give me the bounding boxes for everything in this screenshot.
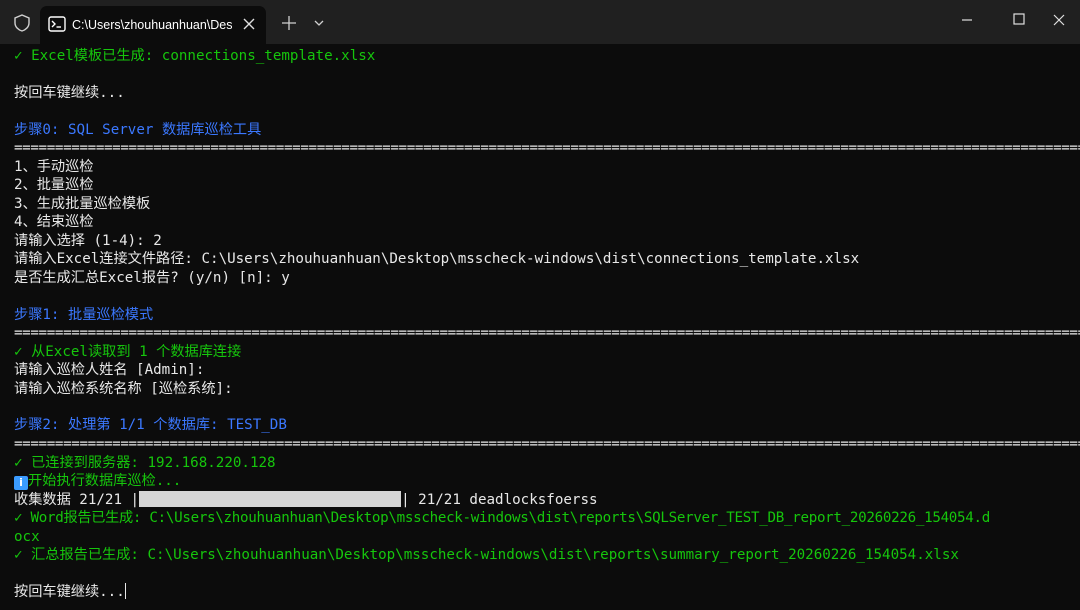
- prompt-line: 请输入巡检系统名称 [巡检系统]:: [14, 381, 233, 397]
- separator: ========================================…: [14, 325, 1080, 341]
- terminal-line: ✓ Excel模板已生成: connections_template.xlsx: [14, 48, 376, 64]
- info-line: i 开始执行数据库巡检...: [14, 472, 181, 490]
- terminal-line: ocx: [14, 529, 40, 545]
- chevron-down-icon[interactable]: [309, 13, 329, 33]
- terminal-output[interactable]: ✓ Excel模板已生成: connections_template.xlsx …: [0, 44, 1080, 610]
- prompt-text: 按回车键继续...: [14, 584, 125, 600]
- info-icon: i: [14, 476, 28, 490]
- tab-terminal[interactable]: C:\Users\zhouhuanhuan\Desktop\msscheck-w…: [40, 6, 266, 44]
- text-cursor: [124, 583, 126, 599]
- menu-option: 1、手动巡检: [14, 159, 94, 175]
- menu-option: 4、结束巡检: [14, 214, 94, 230]
- progress-status: | 21/21 deadlocksfoerss: [401, 492, 598, 508]
- background-window-edge: [0, 44, 4, 610]
- prompt-line: 请输入选择 (1-4): 2: [14, 233, 162, 249]
- plus-icon[interactable]: [279, 13, 299, 33]
- terminal-line: 按回车键继续...: [14, 85, 125, 101]
- minimize-icon[interactable]: [944, 0, 990, 40]
- info-text: 开始执行数据库巡检...: [28, 473, 182, 489]
- progress-label: 收集数据 21/21 |: [14, 492, 140, 508]
- section-heading: 步骤2: 处理第 1/1 个数据库: TEST_DB: [14, 417, 287, 433]
- terminal-line: ✓ 从Excel读取到 1 个数据库连接: [14, 344, 242, 360]
- close-icon[interactable]: [1036, 0, 1080, 40]
- separator: ========================================…: [14, 436, 1080, 452]
- terminal-line: ✓ 汇总报告已生成: C:\Users\zhouhuanhuan\Desktop…: [14, 547, 959, 563]
- progress-bar-fill: [139, 491, 402, 507]
- close-icon[interactable]: [240, 15, 258, 33]
- section-heading: 步骤0: SQL Server 数据库巡检工具: [14, 122, 262, 138]
- prompt-line: 是否生成汇总Excel报告? (y/n) [n]: y: [14, 270, 290, 286]
- progress-bar: [139, 491, 402, 507]
- title-bar: C:\Users\zhouhuanhuan\Desktop\msscheck-w…: [0, 0, 1080, 44]
- section-heading: 步骤1: 批量巡检模式: [14, 307, 154, 323]
- prompt-line: 按回车键继续...: [14, 583, 126, 601]
- terminal-line: ✓ 已连接到服务器: 192.168.220.128: [14, 455, 276, 471]
- prompt-line: 请输入巡检人姓名 [Admin]:: [14, 362, 205, 378]
- terminal-icon: [48, 16, 66, 32]
- shield-icon[interactable]: [12, 13, 32, 33]
- progress-line: 收集数据 21/21 | | 21/21 deadlocksfoerss: [14, 491, 598, 509]
- separator: ========================================…: [14, 140, 1080, 156]
- terminal-window: C:\Users\zhouhuanhuan\Desktop\msscheck-w…: [0, 0, 1080, 610]
- tab-title: C:\Users\zhouhuanhuan\Desktop\msscheck-w…: [72, 18, 232, 32]
- menu-option: 2、批量巡检: [14, 177, 94, 193]
- terminal-line: ✓ Word报告已生成: C:\Users\zhouhuanhuan\Deskt…: [14, 510, 991, 526]
- menu-option: 3、生成批量巡检模板: [14, 196, 151, 212]
- prompt-line: 请输入Excel连接文件路径: C:\Users\zhouhuanhuan\De…: [14, 251, 860, 267]
